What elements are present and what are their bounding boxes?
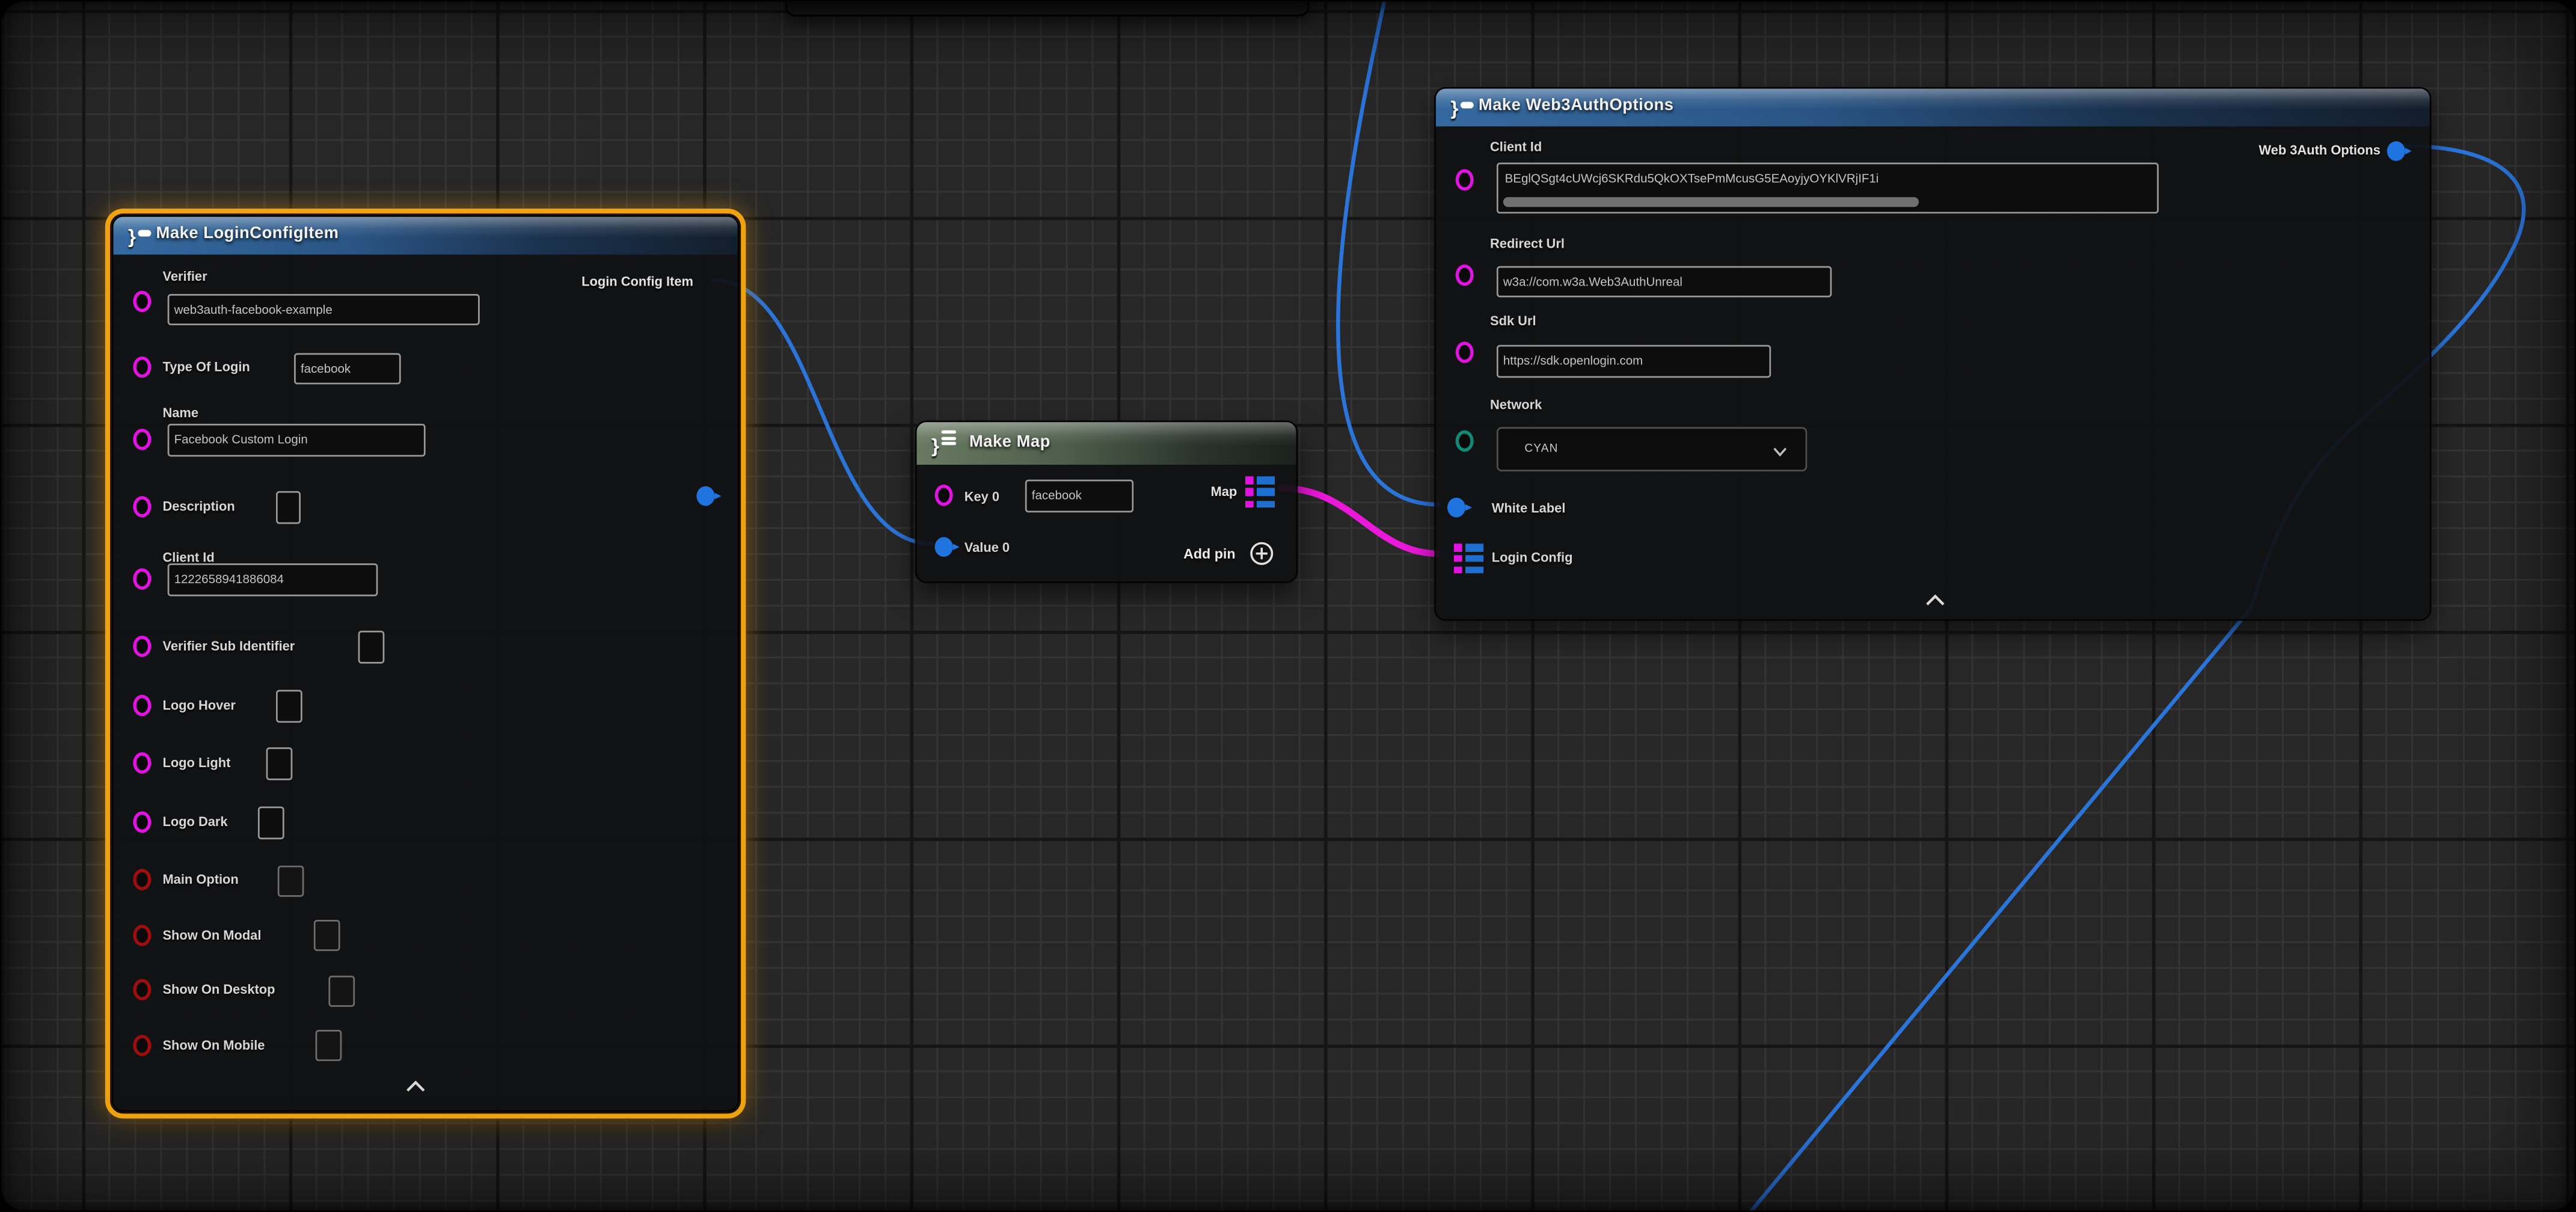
network-dropdown[interactable]: CYAN <box>1497 427 1807 471</box>
node-header[interactable]: } Make LoginConfigItem <box>114 217 738 255</box>
pin-show-on-mobile[interactable] <box>133 1035 151 1056</box>
pin-label-show-on-modal: Show On Modal <box>162 928 261 943</box>
field-redirect-url[interactable]: w3a://com.w3a.Web3AuthUnreal <box>1497 266 1832 298</box>
output-pin-label: Login Config Item <box>581 274 693 289</box>
pin-label-key-0: Key 0 <box>964 489 999 504</box>
pin-label-show-on-desktop: Show On Desktop <box>162 982 275 997</box>
collapse-chevron-up-icon[interactable] <box>1925 595 1945 606</box>
offscreen-node-bottom[interactable] <box>785 2 1310 17</box>
pin-description[interactable] <box>133 496 151 518</box>
field-client-id-scrollbar[interactable] <box>1503 197 1919 207</box>
checkbox-show-on-desktop[interactable] <box>328 976 355 1007</box>
pin-label-name: Name <box>162 406 198 421</box>
pin-network[interactable] <box>1456 430 1474 452</box>
checkbox-show-on-modal[interactable] <box>314 920 340 951</box>
field-client-id[interactable]: BEglQSgt4cUWcj6SKRdu5QkOXTsePmMcusG5EAoy… <box>1497 162 2159 213</box>
pin-label-type-of-login: Type Of Login <box>162 360 250 375</box>
pin-client-id[interactable] <box>133 568 151 590</box>
pin-value-0[interactable] <box>935 537 953 557</box>
pin-label-white-label: White Label <box>1492 501 1566 516</box>
chevron-down-icon <box>1773 447 1788 456</box>
collapse-chevron-up-icon[interactable] <box>406 1081 426 1092</box>
pin-client-id[interactable] <box>1456 169 1474 191</box>
field-logo-light[interactable] <box>266 747 293 780</box>
node-make-loginconfigitem[interactable]: } Make LoginConfigItem Login Config Item… <box>112 215 740 1112</box>
pin-label-redirect-url: Redirect Url <box>1490 236 1565 251</box>
node-title: Make Map <box>969 433 1050 451</box>
pin-key-0[interactable] <box>935 485 953 506</box>
pin-main-option[interactable] <box>133 869 151 890</box>
pin-label-network: Network <box>1490 397 1542 412</box>
node-header[interactable]: } Make Map <box>917 422 1296 465</box>
pin-label-verifier-sub-identifier: Verifier Sub Identifier <box>162 639 295 654</box>
pin-white-label[interactable] <box>1447 498 1465 518</box>
pin-verifier-sub-identifier[interactable] <box>133 635 151 657</box>
pin-login-config-item-output[interactable] <box>696 486 714 506</box>
pin-show-on-modal[interactable] <box>133 925 151 946</box>
add-pin-icon[interactable] <box>1248 540 1275 567</box>
pin-label-logo-hover: Logo Hover <box>162 698 235 713</box>
pin-label-verifier: Verifier <box>162 269 207 284</box>
checkbox-main-option[interactable] <box>278 866 304 897</box>
pin-type-of-login[interactable] <box>133 357 151 378</box>
node-title: Make Web3AuthOptions <box>1479 97 1674 115</box>
screen: } Make LoginConfigItem Login Config Item… <box>0 0 2576 1212</box>
field-description[interactable] <box>276 491 301 524</box>
pin-label-logo-light: Logo Light <box>162 756 230 771</box>
pin-login-config[interactable] <box>1454 543 1483 573</box>
output-pin-label: Web 3Auth Options <box>2259 143 2380 158</box>
field-client-id[interactable]: 1222658941886084 <box>168 563 378 596</box>
pin-label-main-option: Main Option <box>162 872 238 887</box>
network-dropdown-value: CYAN <box>1524 444 1558 455</box>
field-logo-dark[interactable] <box>258 806 284 839</box>
pin-map-output[interactable] <box>1245 476 1275 507</box>
pin-label-login-config: Login Config <box>1492 550 1573 565</box>
pin-sdk-url[interactable] <box>1456 341 1474 363</box>
pin-logo-dark[interactable] <box>133 812 151 833</box>
pin-logo-light[interactable] <box>133 752 151 774</box>
field-verifier-sub-identifier[interactable] <box>358 631 385 664</box>
node-make-map[interactable]: } Make Map Key 0 facebook Value 0 Map Ad… <box>915 420 1298 583</box>
pin-web3auth-options-output[interactable] <box>2387 141 2405 161</box>
pin-label-client-id: Client Id <box>1490 139 1542 155</box>
output-pin-label: Map <box>1211 485 1237 500</box>
pin-logo-hover[interactable] <box>133 695 151 717</box>
field-verifier[interactable]: web3auth-facebook-example <box>168 294 480 325</box>
node-make-web3authoptions[interactable]: } Make Web3AuthOptions Web 3Auth Options… <box>1434 87 2431 621</box>
blueprint-canvas[interactable]: } Make LoginConfigItem Login Config Item… <box>2 2 2574 1211</box>
make-struct-icon: } <box>1450 94 1473 120</box>
node-header[interactable]: } Make Web3AuthOptions <box>1436 89 2430 127</box>
pin-label-show-on-mobile: Show On Mobile <box>162 1038 265 1053</box>
pin-label-value-0: Value 0 <box>964 540 1010 556</box>
add-pin-label[interactable]: Add pin <box>1183 545 1235 562</box>
field-name[interactable]: Facebook Custom Login <box>168 424 426 457</box>
field-key-0[interactable]: facebook <box>1025 480 1133 513</box>
pin-label-description: Description <box>162 500 235 515</box>
pin-show-on-desktop[interactable] <box>133 979 151 1000</box>
field-sdk-url[interactable]: https://sdk.openlogin.com <box>1497 345 1771 378</box>
field-logo-hover[interactable] <box>276 690 302 723</box>
pin-verifier[interactable] <box>133 291 151 313</box>
pin-redirect-url[interactable] <box>1456 265 1474 286</box>
pin-label-sdk-url: Sdk Url <box>1490 314 1536 329</box>
field-type-of-login[interactable]: facebook <box>294 353 401 384</box>
checkbox-show-on-mobile[interactable] <box>316 1030 342 1061</box>
make-map-icon: } <box>931 430 955 457</box>
make-struct-icon: } <box>128 222 150 248</box>
pin-name[interactable] <box>133 429 151 450</box>
node-title: Make LoginConfigItem <box>156 225 339 243</box>
pin-label-logo-dark: Logo Dark <box>162 815 227 830</box>
